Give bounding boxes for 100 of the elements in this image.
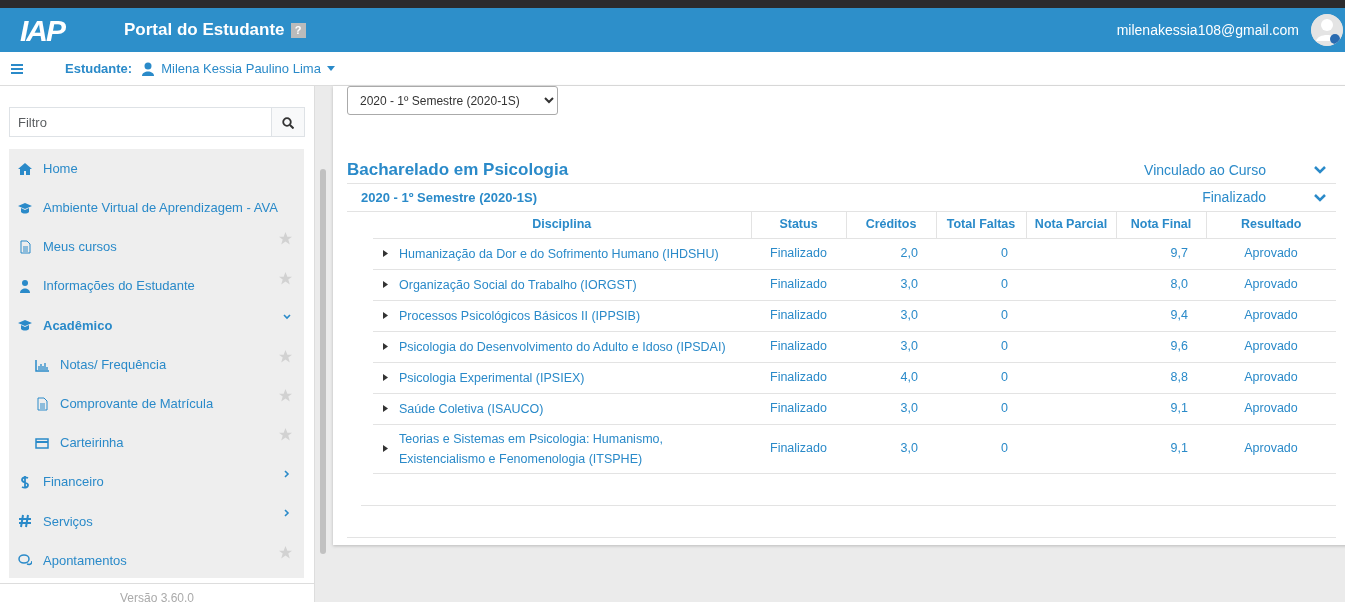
course-link[interactable]: Processos Psicológicos Básicos II (IPPSIB) — [397, 300, 751, 331]
expand-arrow-icon[interactable] — [383, 445, 388, 453]
menu-item[interactable]: Ambiente Virtual de Aprendizagem - AVA — [9, 188, 304, 228]
course-link[interactable]: Saúde Coletiva (ISAUCO) — [397, 393, 751, 424]
dollar-icon — [18, 475, 32, 490]
result-cell: Aprovado — [1206, 331, 1336, 362]
caret-icon — [326, 66, 335, 71]
user-email: milenakessia108@gmail.com — [1116, 20, 1299, 40]
absences-cell: 0 — [936, 362, 1026, 393]
credits-cell: 3,0 — [846, 331, 936, 362]
menu-item[interactable]: Carteirinha — [9, 423, 304, 463]
student-label: Estudante: — [65, 59, 133, 78]
status-cell: Finalizado — [751, 269, 846, 300]
star-icon[interactable] — [279, 389, 292, 403]
course-link[interactable]: Teorias e Sistemas em Psicologia: Humanismo, Existencialismo e Fenomenologia (ITSPHE) — [397, 424, 751, 473]
logo: IAP — [20, 12, 66, 49]
star-icon[interactable] — [279, 232, 292, 246]
course-status: Vinculado ao Curso — [1144, 160, 1266, 180]
column-header: Nota Parcial — [1026, 212, 1116, 238]
search-icon — [282, 116, 294, 129]
column-header: Resultado — [1206, 212, 1336, 238]
menu-item[interactable]: Apontamentos — [9, 540, 304, 581]
period-select[interactable]: 2020 - 1º Semestre (2020-1S) — [347, 86, 558, 115]
status-cell: Finalizado — [751, 393, 846, 424]
home-icon — [18, 161, 32, 176]
expand-arrow-icon[interactable] — [383, 374, 388, 382]
semester-title: 2020 - 1º Semestre (2020-1S) — [361, 188, 538, 207]
column-header: Créditos — [846, 212, 936, 238]
student-dropdown[interactable]: Milena Kessia Paulino Lima — [161, 58, 321, 79]
course-link[interactable]: Psicologia do Desenvolvimento do Adulto e Idoso (IPSDAI) — [397, 331, 751, 362]
portal-title: Portal do Estudante — [124, 19, 285, 42]
document-icon — [18, 239, 32, 254]
course-link[interactable]: Humanização da Dor e do Sofrimento Humano (IHDSHU) — [397, 238, 751, 269]
menu-item[interactable]: Serviços — [9, 501, 304, 541]
final-grade-cell: 9,4 — [1116, 300, 1206, 331]
expand-arrow-icon[interactable] — [383, 281, 388, 289]
help-button[interactable]: ? — [290, 22, 306, 38]
star-icon[interactable] — [279, 545, 292, 559]
final-grade-cell: 9,6 — [1116, 331, 1206, 362]
result-cell: Aprovado — [1206, 424, 1336, 473]
chevron-icon[interactable] — [1314, 166, 1326, 174]
expand-arrow-icon[interactable] — [383, 343, 388, 351]
user-icon — [18, 279, 32, 294]
menu-item[interactable]: Meus cursos — [9, 227, 304, 267]
final-grade-cell: 8,0 — [1116, 269, 1206, 300]
final-grade-cell: 9,1 — [1116, 393, 1206, 424]
absences-cell: 0 — [936, 331, 1026, 362]
final-grade-cell: 9,7 — [1116, 238, 1206, 269]
absences-cell: 0 — [936, 393, 1026, 424]
menu-item[interactable]: Home — [9, 149, 304, 189]
graduation-cap-icon — [18, 318, 32, 333]
chevron-icon[interactable] — [1314, 193, 1326, 202]
expand-arrow-icon[interactable] — [383, 250, 388, 258]
menu-item[interactable]: Financeiro — [9, 462, 304, 502]
search-button[interactable] — [271, 107, 305, 137]
star-icon[interactable] — [279, 428, 292, 442]
menu-item[interactable]: Acadêmico — [9, 305, 304, 345]
avatar-icon[interactable] — [1311, 14, 1343, 46]
column-header: Disciplina — [373, 212, 751, 238]
hash-icon — [18, 514, 32, 529]
absences-cell: 0 — [936, 424, 1026, 473]
status-cell: Finalizado — [751, 300, 846, 331]
credits-cell: 3,0 — [846, 269, 936, 300]
absences-cell: 0 — [936, 269, 1026, 300]
course-link[interactable]: Psicologia Experimental (IPSIEX) — [397, 362, 751, 393]
semester-status: Finalizado — [1202, 188, 1266, 207]
column-header: Status — [751, 212, 846, 238]
expand-arrow-icon[interactable] — [383, 405, 388, 413]
card-icon — [35, 435, 49, 450]
credits-cell: 2,0 — [846, 238, 936, 269]
status-cell: Finalizado — [751, 362, 846, 393]
bar-chart-icon — [35, 357, 49, 372]
version-text: Versão 3.60.0 — [0, 583, 314, 602]
document-icon — [35, 396, 49, 411]
column-header: Nota Final — [1116, 212, 1206, 238]
credits-cell: 3,0 — [846, 393, 936, 424]
menu-item[interactable]: Informações do Estudante — [9, 266, 304, 306]
menu-icon[interactable] — [11, 63, 23, 74]
final-grade-cell: 8,8 — [1116, 362, 1206, 393]
expand-arrow-icon[interactable] — [383, 312, 388, 320]
status-cell: Finalizado — [751, 238, 846, 269]
credits-cell: 3,0 — [846, 300, 936, 331]
absences-cell: 0 — [936, 238, 1026, 269]
graduation-cap-icon — [18, 200, 32, 215]
final-grade-cell: 9,1 — [1116, 424, 1206, 473]
credits-cell: 3,0 — [846, 424, 936, 473]
result-cell: Aprovado — [1206, 362, 1336, 393]
status-cell: Finalizado — [751, 331, 846, 362]
menu-item[interactable]: Comprovante de Matrícula — [9, 384, 304, 424]
course-title: Bacharelado em Psicologia — [347, 159, 569, 182]
menu-item[interactable]: Notas/ Frequência — [9, 344, 304, 385]
result-cell: Aprovado — [1206, 238, 1336, 269]
user-icon — [142, 61, 155, 76]
star-icon[interactable] — [279, 349, 292, 363]
status-cell: Finalizado — [751, 424, 846, 473]
chat-icon — [18, 553, 32, 568]
course-link[interactable]: Organização Social do Trabalho (IORGST) — [397, 269, 751, 300]
star-icon[interactable] — [279, 271, 292, 285]
filter-field[interactable]: Filtro — [9, 107, 272, 137]
absences-cell: 0 — [936, 300, 1026, 331]
